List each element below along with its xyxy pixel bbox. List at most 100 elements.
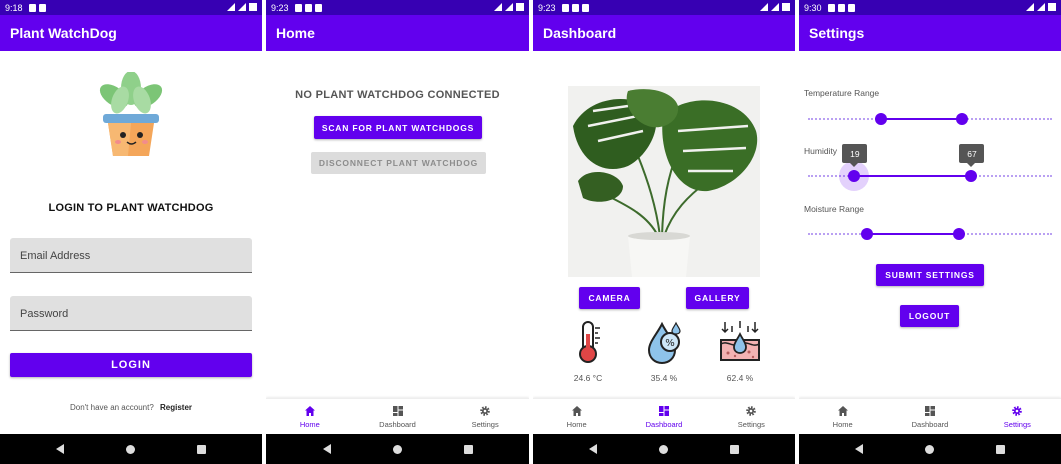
status-time: 9:18 — [5, 2, 23, 13]
system-nav-bar — [533, 434, 795, 464]
gear-icon — [746, 405, 757, 416]
nav-settings-label: Settings — [737, 419, 765, 429]
notification-icons — [294, 3, 322, 12]
notification-icons — [28, 3, 46, 12]
wifi-icon — [227, 3, 235, 11]
status-indicators — [1026, 3, 1056, 11]
slider-tooltip-min: 19 — [842, 144, 868, 167]
signal-icon — [771, 3, 779, 11]
svg-text:%: % — [665, 338, 675, 349]
settings-screen: 9:30 Settings Temperature Range Humidity… — [799, 0, 1061, 464]
status-time: 9:30 — [804, 2, 822, 13]
register-link[interactable]: Register — [160, 403, 192, 412]
connection-status: NO PLANT WATCHDOG CONNECTED — [295, 89, 500, 101]
status-bar: 9:23 — [533, 0, 795, 15]
scan-button[interactable]: SCAN FOR PLANT WATCHDOGS — [314, 116, 482, 139]
signal-icon — [238, 3, 246, 11]
back-icon[interactable] — [56, 444, 64, 454]
back-icon[interactable] — [322, 444, 331, 454]
home-icon — [837, 405, 848, 416]
nav-home[interactable]: Home — [533, 399, 620, 434]
home-circle-icon[interactable] — [392, 444, 402, 454]
signal-icon — [505, 3, 513, 11]
password-field[interactable]: Password — [10, 296, 252, 331]
battery-icon — [1048, 3, 1056, 11]
humidity-value: 35.4 % — [650, 373, 678, 383]
nav-settings[interactable]: Settings — [708, 399, 795, 434]
status-time: 9:23 — [271, 2, 289, 13]
home-icon — [571, 405, 582, 416]
nav-home-label: Home — [832, 419, 853, 429]
notification-icons — [827, 3, 855, 12]
nav-home[interactable]: Home — [266, 399, 354, 434]
dashboard-screen: 9:23 Dashboard CAMERA GALLERY 24.6 °C % … — [533, 0, 795, 464]
login-screen: 9:18 Plant WatchDog LOGIN TO PLANT WATCH… — [0, 0, 262, 464]
moisture-range-slider[interactable] — [808, 228, 1052, 240]
home-screen: 9:23 Home NO PLANT WATCHDOG CONNECTED SC… — [266, 0, 529, 464]
camera-button[interactable]: CAMERA — [579, 287, 640, 309]
wifi-icon — [494, 3, 502, 11]
status-time: 9:23 — [538, 2, 556, 13]
wifi-icon — [1026, 3, 1034, 11]
login-button[interactable]: LOGIN — [10, 353, 252, 377]
register-row: Don't have an account? Register — [0, 403, 262, 412]
disconnect-button[interactable]: DISCONNECT PLANT WATCHDOG — [311, 152, 486, 174]
system-nav-bar — [799, 434, 1061, 464]
nav-dashboard[interactable]: Dashboard — [354, 399, 442, 434]
battery-icon — [249, 3, 257, 11]
temperature-range-slider[interactable] — [808, 113, 1052, 125]
nav-dashboard[interactable]: Dashboard — [886, 399, 973, 434]
recents-icon[interactable] — [197, 444, 206, 454]
slider-thumb-min[interactable] — [860, 228, 873, 240]
screen-divider — [262, 0, 266, 464]
status-indicators — [494, 3, 524, 11]
app-bar: Plant WatchDog — [0, 15, 262, 51]
bottom-navigation: Home Dashboard Settings — [266, 398, 529, 434]
back-icon[interactable] — [589, 444, 597, 454]
nav-dashboard-label: Dashboard — [645, 419, 683, 429]
app-bar: Home — [266, 15, 529, 51]
status-bar: 9:23 — [266, 0, 529, 15]
nav-home[interactable]: Home — [799, 399, 886, 434]
email-field[interactable]: Email Address — [10, 238, 252, 273]
humidity-label: Humidity — [804, 146, 838, 156]
recents-icon[interactable] — [463, 444, 473, 454]
recents-icon[interactable] — [730, 444, 739, 454]
system-nav-bar — [0, 434, 262, 464]
slider-thumb-min[interactable] — [875, 113, 888, 125]
dashboard-icon — [658, 405, 669, 416]
nav-dashboard-label: Dashboard — [379, 419, 416, 429]
slider-thumb-max[interactable] — [953, 228, 966, 240]
slider-thumb-max[interactable] — [965, 170, 978, 182]
slider-active-track — [866, 233, 960, 235]
slider-thumb-max[interactable] — [955, 113, 968, 125]
recents-icon[interactable] — [996, 444, 1005, 454]
home-circle-icon[interactable] — [126, 444, 135, 454]
back-icon[interactable] — [855, 444, 863, 454]
gallery-button[interactable]: GALLERY — [686, 287, 749, 309]
dashboard-icon — [924, 405, 935, 416]
plant-photo — [568, 86, 760, 277]
slider-active-track — [854, 175, 972, 177]
logout-button[interactable]: LOGOUT — [900, 305, 959, 327]
nav-settings[interactable]: Settings — [974, 399, 1061, 434]
gear-icon — [480, 405, 490, 416]
slider-tooltip-max: 67 — [959, 144, 985, 167]
nav-dashboard[interactable]: Dashboard — [620, 399, 707, 434]
bottom-navigation: Home Dashboard Settings — [799, 398, 1061, 434]
submit-settings-button[interactable]: SUBMIT SETTINGS — [876, 264, 984, 286]
nav-settings[interactable]: Settings — [441, 399, 529, 434]
humidity-sensor: % 35.4 % — [634, 320, 694, 383]
plant-logo-icon — [99, 72, 163, 156]
status-indicators — [227, 3, 257, 11]
home-circle-icon[interactable] — [925, 444, 934, 454]
screen-divider — [529, 0, 533, 464]
temperature-value: 24.6 °C — [573, 373, 603, 383]
home-circle-icon[interactable] — [659, 444, 668, 454]
humidity-range-slider[interactable]: 19 67 — [808, 144, 1052, 191]
moisture-range-label: Moisture Range — [804, 204, 865, 214]
app-bar-title: Dashboard — [543, 25, 617, 41]
bottom-navigation: Home Dashboard Settings — [533, 398, 795, 434]
app-bar-title: Settings — [809, 25, 865, 41]
battery-icon — [516, 3, 524, 11]
